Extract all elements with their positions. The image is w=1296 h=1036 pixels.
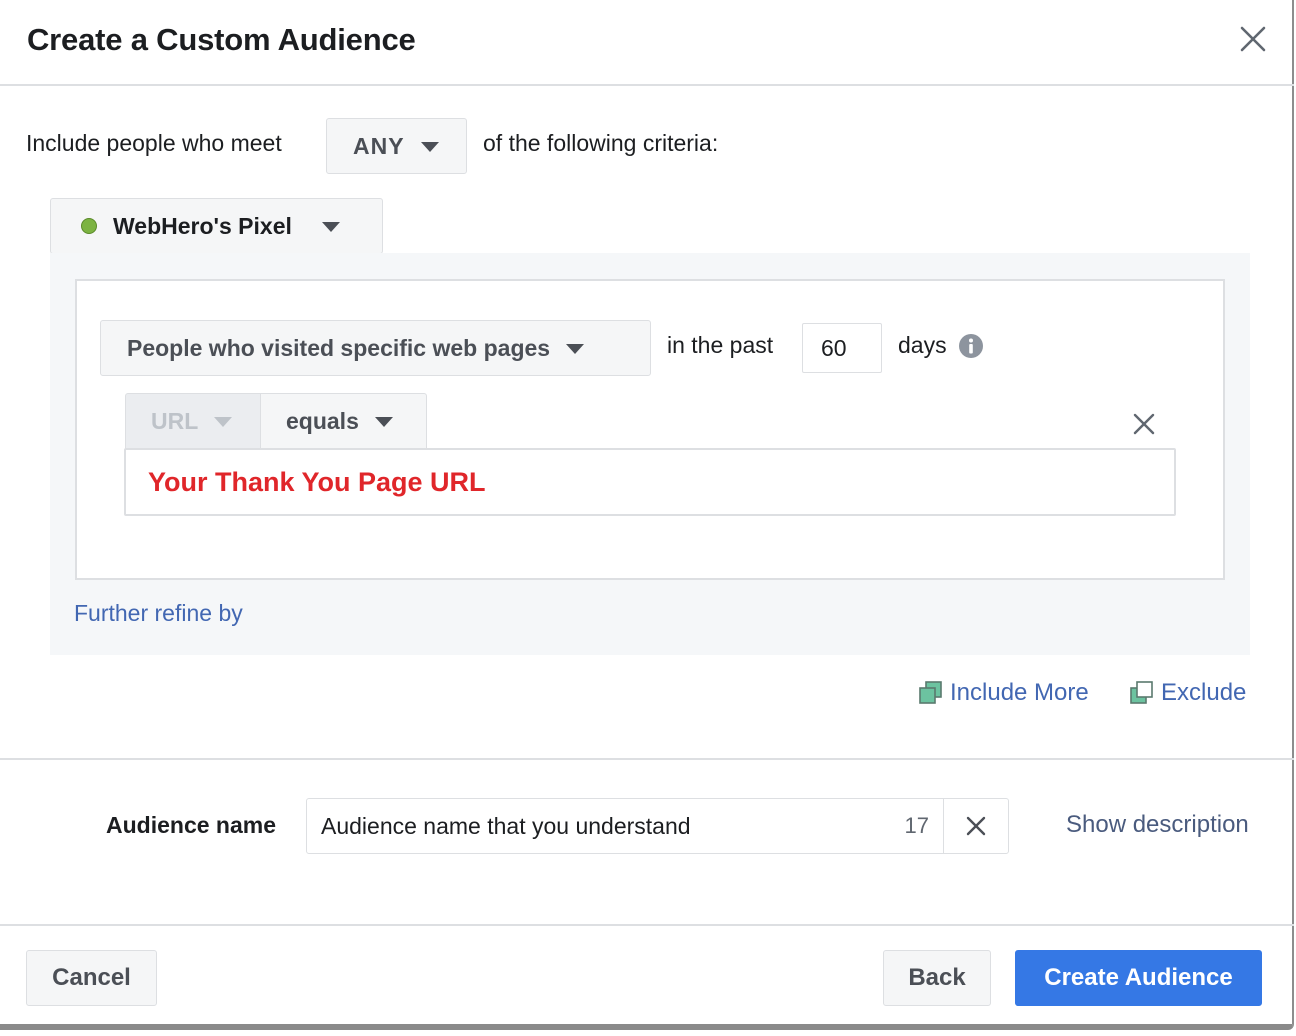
pixel-source-name: WebHero's Pixel xyxy=(113,212,292,239)
audience-name-input[interactable]: Audience name that you understand 17 xyxy=(306,798,944,854)
in-the-past-label: in the past xyxy=(667,332,774,358)
cancel-button[interactable]: Cancel xyxy=(26,950,157,1006)
chevron-down-icon xyxy=(321,222,340,232)
pixel-source-dropdown[interactable]: WebHero's Pixel xyxy=(50,198,383,254)
info-icon[interactable] xyxy=(958,333,984,359)
field-dropdown[interactable]: URL xyxy=(125,393,261,449)
back-button[interactable]: Back xyxy=(883,950,991,1006)
criteria-prefix: Include people who meet xyxy=(26,130,282,156)
create-custom-audience-dialog: Create a Custom Audience Include people … xyxy=(0,0,1294,1030)
audience-name-value: Audience name that you understand xyxy=(321,812,691,839)
exclude-icon xyxy=(1130,681,1153,704)
match-type-value: ANY xyxy=(353,132,405,159)
dialog-title: Create a Custom Audience xyxy=(27,22,416,57)
exclude-label: Exclude xyxy=(1161,679,1247,706)
status-dot-icon xyxy=(81,218,97,234)
event-type-value: People who visited specific web pages xyxy=(127,334,551,361)
section-divider xyxy=(0,758,1294,760)
show-description-link[interactable]: Show description xyxy=(1066,811,1249,839)
event-type-dropdown[interactable]: People who visited specific web pages xyxy=(100,320,651,376)
chevron-down-icon xyxy=(420,142,439,152)
header-divider xyxy=(0,84,1294,86)
create-audience-button[interactable]: Create Audience xyxy=(1015,950,1262,1006)
operator-dropdown[interactable]: equals xyxy=(260,393,427,449)
include-more-icon xyxy=(919,681,942,704)
clear-audience-name-button[interactable] xyxy=(943,798,1009,854)
close-icon xyxy=(966,816,986,836)
match-type-dropdown[interactable]: ANY xyxy=(326,118,467,174)
remove-rule-icon[interactable] xyxy=(1132,412,1156,436)
url-input[interactable]: Your Thank You Page URL xyxy=(124,448,1176,516)
audience-name-label: Audience name xyxy=(106,812,276,838)
close-icon[interactable] xyxy=(1238,24,1268,54)
chevron-down-icon xyxy=(374,417,393,427)
days-label: days xyxy=(898,332,947,358)
criteria-suffix: of the following criteria: xyxy=(483,130,719,156)
chevron-down-icon xyxy=(566,344,585,354)
days-input[interactable]: 60 xyxy=(802,323,882,373)
field-value: URL xyxy=(151,407,199,434)
footer-divider xyxy=(0,924,1294,926)
include-more-label: Include More xyxy=(950,679,1089,706)
operator-value: equals xyxy=(286,407,359,434)
remaining-chars-counter: 17 xyxy=(904,813,929,838)
exclude-button[interactable]: Exclude xyxy=(1129,679,1246,707)
chevron-down-icon xyxy=(214,417,233,427)
further-refine-link[interactable]: Further refine by xyxy=(74,600,243,627)
include-more-button[interactable]: Include More xyxy=(918,679,1089,707)
